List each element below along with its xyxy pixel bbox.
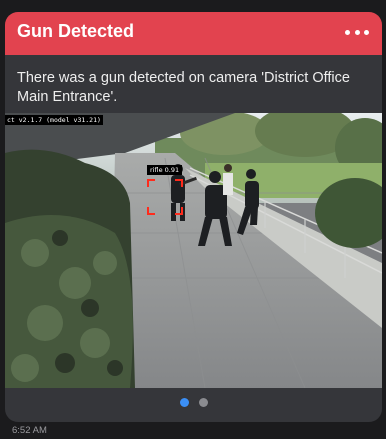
more-horizontal-icon[interactable] [345,25,369,39]
detection-label: rifle 0.91 [147,165,183,175]
notification-title: Gun Detected [17,21,135,41]
notification-card[interactable]: Gun Detected There was a gun detected on… [5,12,382,422]
camera-overlay-text: ct v2.1.7 (model v31.21) [5,115,103,125]
notification-header: Gun Detected [5,12,382,55]
notification-message: There was a gun detected on camera 'Dist… [17,70,350,105]
page-dot[interactable] [198,397,208,407]
page-dot-active[interactable] [179,397,189,407]
page-indicator[interactable] [5,396,382,408]
notification-timestamp: 6:52 AM [12,425,47,436]
camera-scene [5,113,382,388]
detection-box [147,179,183,215]
camera-snapshot[interactable]: ct v2.1.7 (model v31.21) rifle 0.91 [5,113,382,388]
